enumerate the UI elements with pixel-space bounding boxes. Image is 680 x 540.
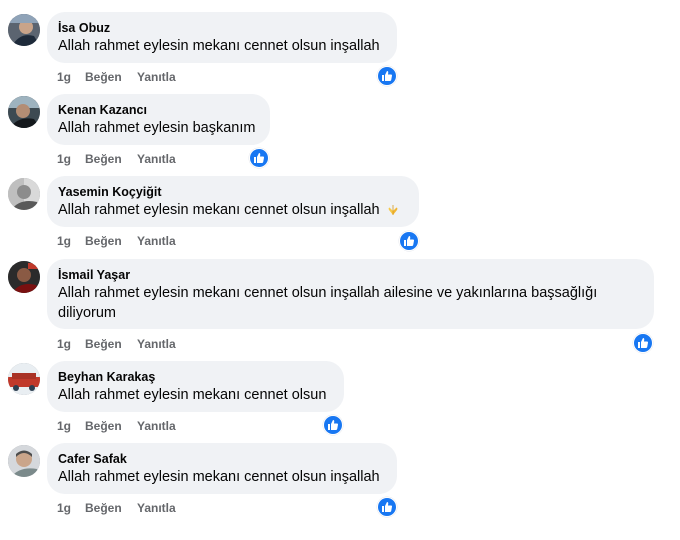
comment-author[interactable]: İsmail Yaşar — [58, 267, 642, 283]
like-button[interactable]: Beğen — [85, 500, 122, 516]
comment-text: Allah rahmet eylesin mekanı cennet olsun… — [58, 200, 407, 220]
comment-text-line-2: diliyorum — [58, 305, 117, 321]
comment-time[interactable]: 1g — [57, 336, 71, 352]
reply-button[interactable]: Yanıtla — [137, 69, 176, 85]
like-icon[interactable] — [377, 66, 397, 86]
like-icon[interactable] — [323, 415, 343, 435]
previous-comment-edge — [0, 0, 680, 2]
like-button[interactable]: Beğen — [85, 418, 122, 434]
avatar[interactable] — [8, 96, 40, 128]
comment-text-line-1: Allah rahmet eylesin mekanı cennet olsun… — [58, 285, 598, 301]
like-button[interactable]: Beğen — [85, 151, 122, 167]
comment-text: Allah rahmet eylesin başkanım — [58, 120, 256, 136]
comment-bubble: Yasemin Koçyiğit Allah rahmet eylesin me… — [47, 176, 419, 227]
comment-text-content: Allah rahmet eylesin mekanı cennet olsun… — [58, 202, 380, 218]
comment-author[interactable]: Cafer Safak — [58, 451, 385, 467]
comment-time[interactable]: 1g — [57, 151, 71, 167]
avatar[interactable] — [8, 261, 40, 293]
comment-author[interactable]: Yasemin Koçyiğit — [58, 184, 407, 200]
comment-time[interactable]: 1g — [57, 233, 71, 249]
like-icon[interactable] — [377, 497, 397, 517]
comment-text: Allah rahmet eylesin mekanı cennet olsun… — [58, 469, 380, 485]
comment-text: Allah rahmet eylesin mekanı cennet olsun… — [58, 38, 380, 54]
reply-button[interactable]: Yanıtla — [137, 500, 176, 516]
like-button[interactable]: Beğen — [85, 69, 122, 85]
avatar[interactable] — [8, 445, 40, 477]
comment-text: Allah rahmet eylesin mekanı cennet olsun — [58, 387, 327, 403]
like-button[interactable]: Beğen — [85, 233, 122, 249]
reply-button[interactable]: Yanıtla — [137, 233, 176, 249]
comment-bubble: İsmail Yaşar Allah rahmet eylesin mekanı… — [47, 259, 654, 329]
comment-bubble: Kenan Kazancı Allah rahmet eylesin başka… — [47, 94, 270, 145]
reply-button[interactable]: Yanıtla — [137, 418, 176, 434]
comment-author[interactable]: Kenan Kazancı — [58, 102, 258, 118]
comment-author[interactable]: Beyhan Karakaş — [58, 369, 332, 385]
reply-button[interactable]: Yanıtla — [137, 151, 176, 167]
avatar[interactable] — [8, 178, 40, 210]
like-icon[interactable] — [399, 231, 419, 251]
praying-hands-emoji — [388, 205, 398, 216]
comment-bubble: İsa Obuz Allah rahmet eylesin mekanı cen… — [47, 12, 397, 63]
like-icon[interactable] — [249, 148, 269, 168]
comment-time[interactable]: 1g — [57, 418, 71, 434]
like-button[interactable]: Beğen — [85, 336, 122, 352]
comment-time[interactable]: 1g — [57, 69, 71, 85]
like-icon[interactable] — [633, 333, 653, 353]
comment-author[interactable]: İsa Obuz — [58, 20, 385, 36]
reply-button[interactable]: Yanıtla — [137, 336, 176, 352]
comment-time[interactable]: 1g — [57, 500, 71, 516]
avatar[interactable] — [8, 14, 40, 46]
comment-bubble: Cafer Safak Allah rahmet eylesin mekanı … — [47, 443, 397, 494]
avatar[interactable] — [8, 363, 40, 395]
comment-bubble: Beyhan Karakaş Allah rahmet eylesin meka… — [47, 361, 344, 412]
